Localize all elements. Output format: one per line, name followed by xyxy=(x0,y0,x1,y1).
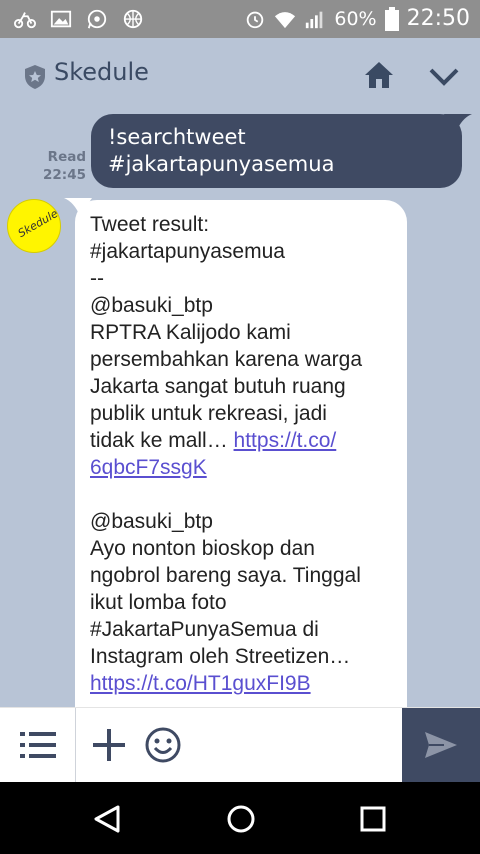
outgoing-message-bubble[interactable]: !searchtweet #jakartapunyasemua xyxy=(91,114,462,188)
wifi-icon xyxy=(275,11,296,28)
message-time: 22:45 xyxy=(43,167,86,183)
send-icon xyxy=(425,732,457,758)
home-circle-icon[interactable] xyxy=(226,804,256,834)
bike-icon xyxy=(14,12,36,29)
message-line: persembahkan karena warga xyxy=(90,348,362,371)
message-text: tidak ke mall… xyxy=(90,429,234,452)
tweet-link[interactable]: https://t.co/HT1guxFI9B xyxy=(90,672,311,695)
message-line: ngobrol bareng saya. Tinggal xyxy=(90,564,361,587)
status-bar: 60% 22:50 xyxy=(0,0,480,38)
message-line: #jakartapunyasemua xyxy=(90,240,285,263)
chat-title: Skedule xyxy=(54,58,149,86)
chevron-down-icon[interactable] xyxy=(428,66,460,88)
message-line: -- xyxy=(90,267,104,290)
tweet-link[interactable]: https://t.co/ xyxy=(234,429,337,452)
image-icon xyxy=(50,10,72,28)
alarm-icon xyxy=(247,11,264,28)
message-line: Jakarta sangat butuh ruang xyxy=(90,375,346,398)
battery-icon xyxy=(384,6,399,31)
message-line: ikut lomba foto xyxy=(90,591,227,614)
whatsapp-icon xyxy=(87,9,107,29)
message-line: publik untuk rekreasi, jadi xyxy=(90,402,327,425)
message-line: !searchtweet xyxy=(108,125,246,149)
globe-icon xyxy=(123,9,143,29)
message-line: Tweet result: xyxy=(90,213,210,236)
recent-apps-icon[interactable] xyxy=(360,806,386,832)
shield-icon xyxy=(25,65,45,89)
read-status: Read xyxy=(47,149,86,165)
message-line: Ayo nonton bioskop dan xyxy=(90,537,315,560)
message-input-bar xyxy=(0,707,480,783)
menu-button[interactable] xyxy=(0,708,76,783)
message-line: tidak ke mall… https://t.co/ xyxy=(90,427,400,454)
chat-header: Skedule xyxy=(0,38,480,110)
message-line: #jakartapunyasemua xyxy=(108,152,335,176)
tweet-author: @basuki_btp xyxy=(90,294,213,317)
message-line: #JakartaPunyaSemua di xyxy=(90,618,319,641)
back-icon[interactable] xyxy=(92,804,122,834)
message-line: RPTRA Kalijodo kami xyxy=(90,321,291,344)
clock: 22:50 xyxy=(406,6,470,31)
incoming-message-bubble[interactable]: Tweet result: #jakartapunyasemua -- @bas… xyxy=(75,200,407,760)
plus-icon[interactable] xyxy=(92,728,126,762)
message-line: 6qbcF7ssgK xyxy=(90,454,400,481)
home-icon[interactable] xyxy=(363,60,395,90)
tweet-link[interactable]: 6qbcF7ssgK xyxy=(90,456,207,479)
send-button[interactable] xyxy=(402,708,480,783)
list-icon xyxy=(20,732,56,758)
message-line: https://t.co/HT1guxFI9B xyxy=(90,670,400,697)
avatar[interactable]: Skedule xyxy=(7,199,61,253)
battery-percent: 60% xyxy=(334,7,377,30)
message-line: Instagram oleh Streetizen… xyxy=(90,645,351,668)
avatar-label: Skedule xyxy=(15,206,61,241)
emoji-icon[interactable] xyxy=(144,726,182,764)
system-navigation-bar xyxy=(0,782,480,854)
tweet-author: @basuki_btp xyxy=(90,510,213,533)
signal-icon xyxy=(306,11,323,28)
read-receipt: Read 22:45 xyxy=(36,148,86,184)
